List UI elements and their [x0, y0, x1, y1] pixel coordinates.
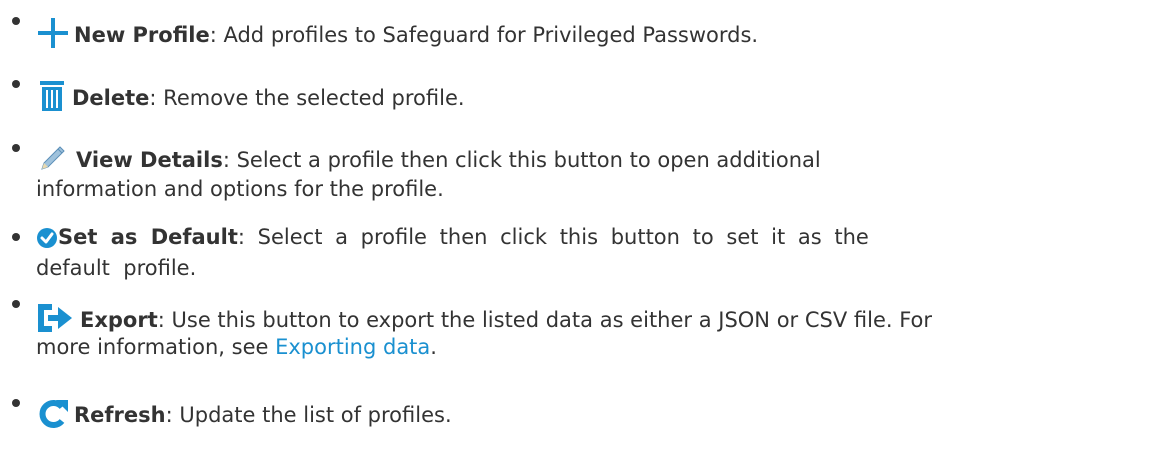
button-description: Remove the selected profile. — [163, 86, 465, 110]
separator: : — [209, 23, 217, 47]
button-name: Set as Default — [58, 225, 238, 249]
list-item-text: New Profile: Add profiles to Safeguard f… — [36, 16, 758, 50]
refresh-icon — [36, 398, 70, 430]
list-item-text-continued: information and options for the profile. — [36, 174, 444, 204]
bullet — [12, 233, 20, 241]
button-description: Select a profile then click this button … — [257, 225, 869, 249]
trash-icon — [36, 79, 68, 113]
button-name: Refresh — [74, 403, 166, 427]
button-name: Export — [80, 308, 158, 332]
list-item-text: Delete: Remove the selected profile. — [36, 79, 465, 113]
button-name: New Profile — [74, 23, 210, 47]
toolbar-button-list: New Profile: Add profiles to Safeguard f… — [0, 0, 1163, 459]
button-name: View Details — [76, 148, 223, 172]
button-description: Update the list of profiles. — [179, 403, 452, 427]
sentence-end: . — [430, 335, 437, 359]
list-item-text: Export: Use this button to export the li… — [36, 301, 932, 335]
export-icon — [36, 301, 76, 335]
bullet — [12, 17, 20, 25]
bullet — [12, 144, 20, 152]
pencil-icon — [36, 143, 68, 175]
exporting-data-link[interactable]: Exporting data — [275, 335, 430, 359]
list-item-text-continued: default profile. — [36, 253, 196, 283]
separator: : — [157, 308, 165, 332]
check-circle-icon — [36, 227, 58, 249]
button-description-continued: more information, see — [36, 335, 276, 359]
list-item-text: Set as Default: Select a profile then cl… — [36, 222, 869, 252]
list-item-text: Refresh: Update the list of profiles. — [36, 398, 452, 430]
button-description-continued: default profile. — [36, 256, 197, 280]
bullet — [12, 300, 20, 308]
bullet — [12, 399, 20, 407]
list-item-text: View Details: Select a profile then clic… — [36, 143, 821, 175]
separator: : — [237, 225, 245, 249]
plus-icon — [36, 16, 70, 50]
separator: : — [165, 403, 173, 427]
button-name: Delete — [72, 86, 150, 110]
button-description: Select a profile then click this button … — [236, 148, 821, 172]
button-description-continued: information and options for the profile. — [36, 177, 444, 201]
separator: : — [149, 86, 157, 110]
list-item-text-continued: more information, see Exporting data. — [36, 332, 437, 362]
button-description: Use this button to export the listed dat… — [171, 308, 933, 332]
button-description: Add profiles to Safeguard for Privileged… — [223, 23, 759, 47]
bullet — [12, 80, 20, 88]
separator: : — [222, 148, 230, 172]
